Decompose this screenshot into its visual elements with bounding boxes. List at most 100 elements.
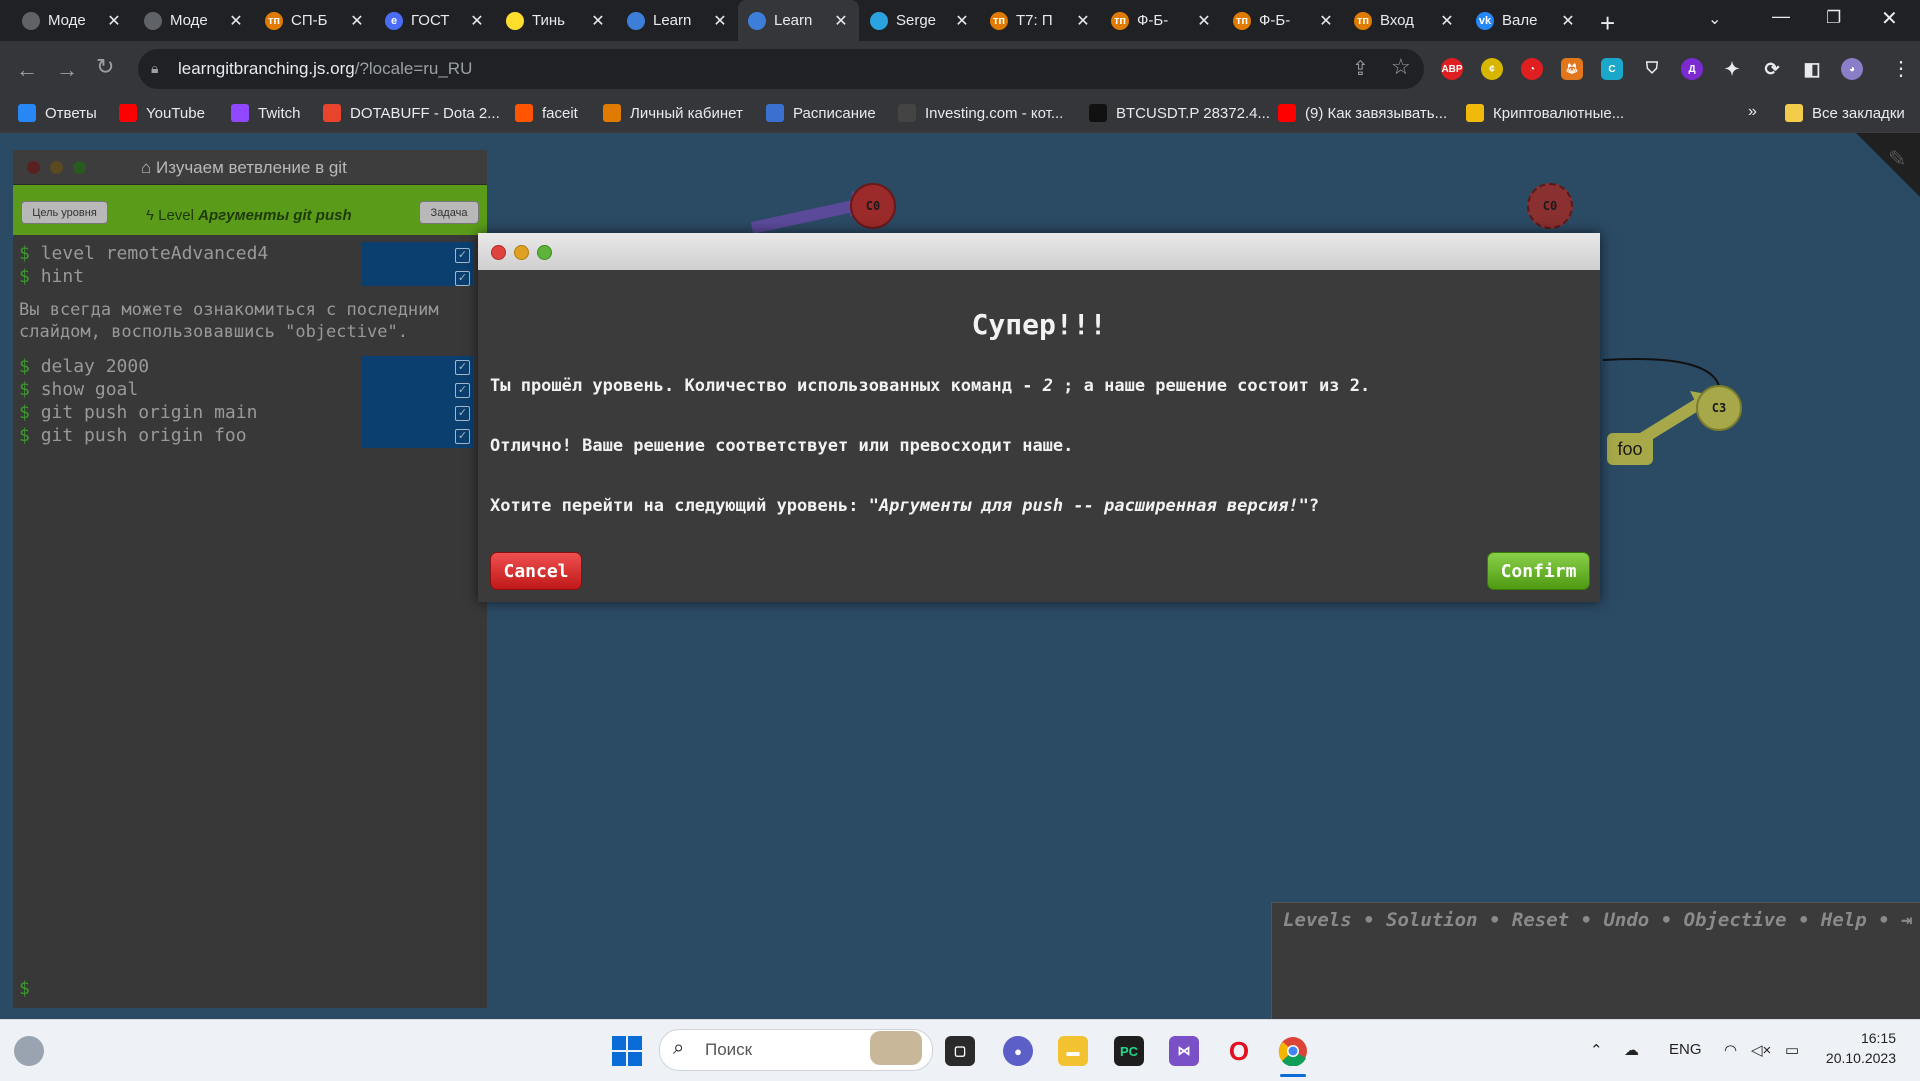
tab-close-icon[interactable]: ✕: [1075, 11, 1091, 31]
minimize-dot-icon[interactable]: [50, 161, 63, 174]
reload-icon[interactable]: ↻: [96, 54, 114, 80]
tab-close-icon[interactable]: ✕: [1318, 11, 1334, 31]
extension-c-icon[interactable]: C: [1601, 58, 1623, 80]
chrome-icon[interactable]: [1278, 1036, 1308, 1066]
commit-node-c3[interactable]: C3: [1696, 385, 1742, 431]
metamask-icon[interactable]: 🦊︎: [1561, 58, 1583, 80]
tab-close-icon[interactable]: ✕: [954, 11, 970, 31]
tab-close-icon[interactable]: ✕: [349, 11, 365, 31]
bookmark-star-icon[interactable]: ☆: [1391, 54, 1411, 80]
battery-icon[interactable]: ▭: [1785, 1041, 1799, 1059]
visual-studio-icon[interactable]: ⋈: [1169, 1036, 1199, 1066]
undo-link[interactable]: Undo: [1603, 909, 1649, 931]
tab-close-icon[interactable]: ✕: [833, 11, 849, 31]
lock-icon[interactable]: 🔒︎: [151, 60, 158, 77]
objective-link[interactable]: Objective: [1684, 909, 1787, 931]
confirm-button[interactable]: Confirm: [1487, 552, 1590, 590]
tab-12[interactable]: vk Вале ✕: [1466, 0, 1586, 41]
task-button[interactable]: Задача: [419, 201, 479, 224]
bookmark-4[interactable]: faceit: [515, 104, 578, 122]
new-tab-button[interactable]: +: [1600, 8, 1615, 39]
tab-8[interactable]: тп T7: П ✕: [980, 0, 1101, 41]
tab-close-icon[interactable]: ✕: [228, 11, 244, 31]
bookmark-2[interactable]: Twitch: [231, 104, 301, 122]
side-panel-icon[interactable]: ◧: [1801, 58, 1823, 80]
teams-icon[interactable]: ●: [1003, 1036, 1033, 1066]
clock[interactable]: 16:15 20.10.2023: [1824, 1030, 1896, 1066]
extension-purple-icon[interactable]: Д: [1681, 58, 1703, 80]
tab-11[interactable]: тп Вход ✕: [1344, 0, 1465, 41]
tab-4[interactable]: Тинь ✕: [496, 0, 616, 41]
tab-3[interactable]: e ГОСТ ✕: [375, 0, 495, 41]
help-link[interactable]: Help: [1821, 909, 1867, 931]
weather-icon[interactable]: [14, 1036, 44, 1066]
extension-coin-icon[interactable]: ¢: [1481, 58, 1503, 80]
dialog-maximize-dot-icon[interactable]: [537, 245, 552, 260]
tab-close-icon[interactable]: ✕: [590, 11, 606, 31]
commit-node-c0[interactable]: C0: [850, 183, 896, 229]
branch-label-foo[interactable]: foo: [1607, 433, 1653, 465]
tab-1[interactable]: Моде ✕: [134, 0, 254, 41]
tab-5[interactable]: Learn ✕: [617, 0, 738, 41]
tab-2[interactable]: тп СП-Б ✕: [255, 0, 375, 41]
start-icon[interactable]: [612, 1036, 642, 1066]
task-view-icon[interactable]: ▢: [945, 1036, 975, 1066]
bookmark-8[interactable]: BTCUSDT.P 28372.4...: [1089, 104, 1270, 122]
onedrive-icon[interactable]: ☁: [1624, 1041, 1639, 1059]
reset-link[interactable]: Reset: [1512, 909, 1569, 931]
bookmarks-overflow[interactable]: »: [1748, 103, 1757, 121]
exit-icon[interactable]: ⇥: [1901, 909, 1912, 931]
url-text[interactable]: learngitbranching.js.org/?locale=ru_RU: [178, 59, 472, 79]
tab-close-icon[interactable]: ✕: [469, 11, 485, 31]
tab-close-icon[interactable]: ✕: [1439, 11, 1455, 31]
cancel-button[interactable]: Cancel: [490, 552, 582, 590]
tab-close-icon[interactable]: ✕: [1196, 11, 1212, 31]
tray-overflow-icon[interactable]: ⌃: [1590, 1041, 1603, 1059]
fork-icon[interactable]: ✎: [1888, 146, 1906, 172]
tab-7[interactable]: Serge ✕: [860, 0, 980, 41]
tab-0[interactable]: Моде ✕: [12, 0, 132, 41]
bookmark-9[interactable]: (9) Как завязывать...: [1278, 104, 1447, 122]
bookmark-10[interactable]: Криптовалютные...: [1466, 104, 1624, 122]
forward-icon[interactable]: →: [56, 57, 78, 83]
bookmark-1[interactable]: YouTube: [119, 104, 205, 122]
volume-muted-icon[interactable]: ◁×: [1751, 1041, 1771, 1059]
tab-close-icon[interactable]: ✕: [712, 11, 728, 31]
share-icon[interactable]: ⇪: [1352, 56, 1369, 81]
tab-9[interactable]: тп Ф-Б- ✕: [1101, 0, 1222, 41]
menu-kebab-icon[interactable]: ⋮: [1891, 56, 1911, 81]
dialog-close-dot-icon[interactable]: [491, 245, 506, 260]
opera-icon[interactable]: O: [1224, 1036, 1254, 1066]
tab-close-icon[interactable]: ✕: [106, 11, 122, 31]
tab-close-icon[interactable]: ✕: [1560, 11, 1576, 31]
all-bookmarks[interactable]: Все закладки: [1785, 104, 1905, 122]
tab-6[interactable]: Learn ✕: [738, 0, 859, 41]
commit-node-c0-remote[interactable]: C0: [1527, 183, 1573, 229]
back-icon[interactable]: ←: [16, 57, 38, 83]
restore-icon[interactable]: ❐: [1826, 8, 1841, 28]
language-indicator[interactable]: ENG: [1669, 1041, 1702, 1058]
extension-mask-icon[interactable]: ⛉: [1641, 58, 1663, 80]
goal-button[interactable]: Цель уровня: [21, 201, 108, 224]
bookmark-7[interactable]: Investing.com - кот...: [898, 104, 1063, 122]
bookmark-5[interactable]: Личный кабинет: [603, 104, 743, 122]
adblock-icon[interactable]: ABP: [1441, 58, 1463, 80]
extension-red-icon[interactable]: ◔: [1521, 58, 1543, 80]
bookmark-6[interactable]: Расписание: [766, 104, 876, 122]
window-close-icon[interactable]: ✕: [1881, 6, 1898, 31]
close-dot-icon[interactable]: [27, 161, 40, 174]
dialog-minimize-dot-icon[interactable]: [514, 245, 529, 260]
maximize-dot-icon[interactable]: [73, 161, 86, 174]
terminal-input[interactable]: $: [19, 978, 30, 999]
tab-10[interactable]: тп Ф-Б- ✕: [1223, 0, 1344, 41]
levels-link[interactable]: Levels: [1283, 909, 1352, 931]
profile-avatar[interactable]: ◕: [1841, 58, 1863, 80]
bookmark-0[interactable]: Ответы: [18, 104, 97, 122]
sync-icon[interactable]: ⟳: [1761, 58, 1783, 80]
solution-link[interactable]: Solution: [1386, 909, 1478, 931]
minimize-icon[interactable]: —: [1772, 6, 1790, 27]
tab-search-icon[interactable]: ⌄: [1708, 9, 1721, 29]
pycharm-icon[interactable]: PC: [1114, 1036, 1144, 1066]
extensions-puzzle-icon[interactable]: ✦: [1721, 58, 1743, 80]
wifi-icon[interactable]: ◠: [1724, 1041, 1737, 1059]
